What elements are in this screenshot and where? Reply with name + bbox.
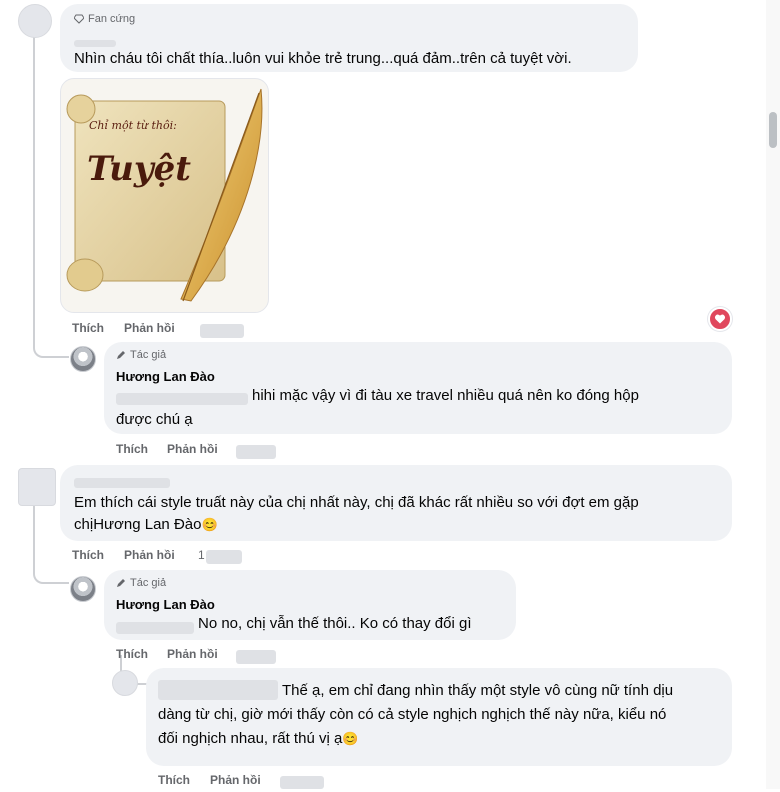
avatar[interactable]	[18, 468, 56, 506]
text-prefix: chị	[74, 516, 94, 533]
timestamp[interactable]	[236, 443, 276, 461]
reply-button[interactable]: Phản hồi	[167, 442, 218, 456]
comment-text-end: đối nghịch nhau, rất thú vị ạ	[158, 730, 343, 747]
comment-bubble: Tác giả Hương Lan Đào No no, chị vẫn thế…	[104, 570, 516, 640]
like-button[interactable]: Thích	[72, 321, 104, 335]
comment-text: Em thích cái style truất này của chị nhấ…	[74, 494, 639, 511]
comment-text-cont: được chú ạ	[116, 411, 193, 428]
author-name[interactable]: Hương Lan Đào	[116, 597, 215, 612]
author-name[interactable]: Hương Lan Đào	[116, 369, 215, 384]
redacted-name	[158, 680, 278, 700]
timestamp[interactable]	[200, 322, 244, 340]
heart-icon	[714, 314, 726, 324]
badge-label: Tác giả	[130, 349, 167, 361]
pencil-icon	[117, 579, 125, 587]
scrollbar-thumb[interactable]	[769, 112, 777, 148]
author-badge: Tác giả	[116, 577, 166, 589]
comment-text: No no, chị vẫn thế thôi.. Ko có thay đổi…	[198, 615, 472, 632]
comment-bubble: Em thích cái style truất này của chị nhấ…	[60, 465, 732, 541]
smile-emoji-icon: 😊	[342, 731, 359, 746]
fan-badge: Fan cứng	[74, 13, 135, 25]
timestamp-redacted	[206, 548, 242, 566]
author-badge: Tác giả	[116, 349, 166, 361]
comment-bubble: Tác giả Hương Lan Đào hihi mặc vậy vì đi…	[104, 342, 732, 434]
redacted-mention	[116, 619, 194, 637]
comment-bubble: Fan cứng Nhìn cháu tôi chất thía..luôn v…	[60, 4, 638, 72]
avatar[interactable]	[112, 670, 138, 696]
reaction-button[interactable]	[708, 307, 732, 331]
badge-label: Fan cứng	[88, 13, 136, 25]
timestamp[interactable]	[280, 774, 324, 792]
like-button[interactable]: Thích	[158, 773, 190, 787]
like-button[interactable]: Thích	[116, 442, 148, 456]
sticker-caption: Chỉ một từ thôi:	[89, 119, 177, 132]
reply-button[interactable]: Phản hồi	[167, 647, 218, 661]
avatar[interactable]	[18, 4, 52, 38]
comment-bubble: Thế ạ, em chỉ đang nhìn thấy một style v…	[146, 668, 732, 766]
avatar[interactable]	[70, 346, 96, 372]
mention-link[interactable]: Hương Lan Đào	[93, 516, 201, 533]
like-button[interactable]: Thích	[72, 548, 104, 562]
avatar[interactable]	[70, 576, 96, 602]
comment-text: hihi mặc vậy vì đi tàu xe travel nhiều q…	[252, 387, 639, 404]
smile-emoji-icon: 😊	[201, 517, 218, 532]
redacted-mention	[116, 390, 248, 408]
reply-button[interactable]: Phản hồi	[124, 321, 175, 335]
timestamp[interactable]: 1	[198, 548, 205, 562]
diamond-icon	[74, 14, 84, 24]
reply-button[interactable]: Phản hồi	[210, 773, 261, 787]
comment-text: Thế ạ, em chỉ đang nhìn thấy một style v…	[282, 682, 674, 699]
comment-text-cont: đối nghịch nhau, rất thú vị ạ😊	[158, 728, 358, 750]
comment-text-cont: chịHương Lan Đào😊	[74, 514, 218, 536]
like-button[interactable]: Thích	[116, 647, 148, 661]
reply-button[interactable]: Phản hồi	[124, 548, 175, 562]
badge-label: Tác giả	[130, 577, 167, 589]
comment-text-cont: dàng từ chị, giờ mới thấy còn có cả styl…	[158, 706, 667, 723]
sticker-title: Tuyệt	[87, 149, 191, 189]
sticker-image: Chỉ một từ thôi: Tuyệt	[60, 78, 269, 313]
pencil-icon	[117, 351, 125, 359]
redacted-name	[74, 474, 170, 492]
comment-text: Nhìn cháu tôi chất thía..luôn vui khỏe t…	[74, 50, 572, 67]
timestamp[interactable]	[236, 648, 276, 666]
scroll-quill-illustration	[66, 88, 263, 302]
